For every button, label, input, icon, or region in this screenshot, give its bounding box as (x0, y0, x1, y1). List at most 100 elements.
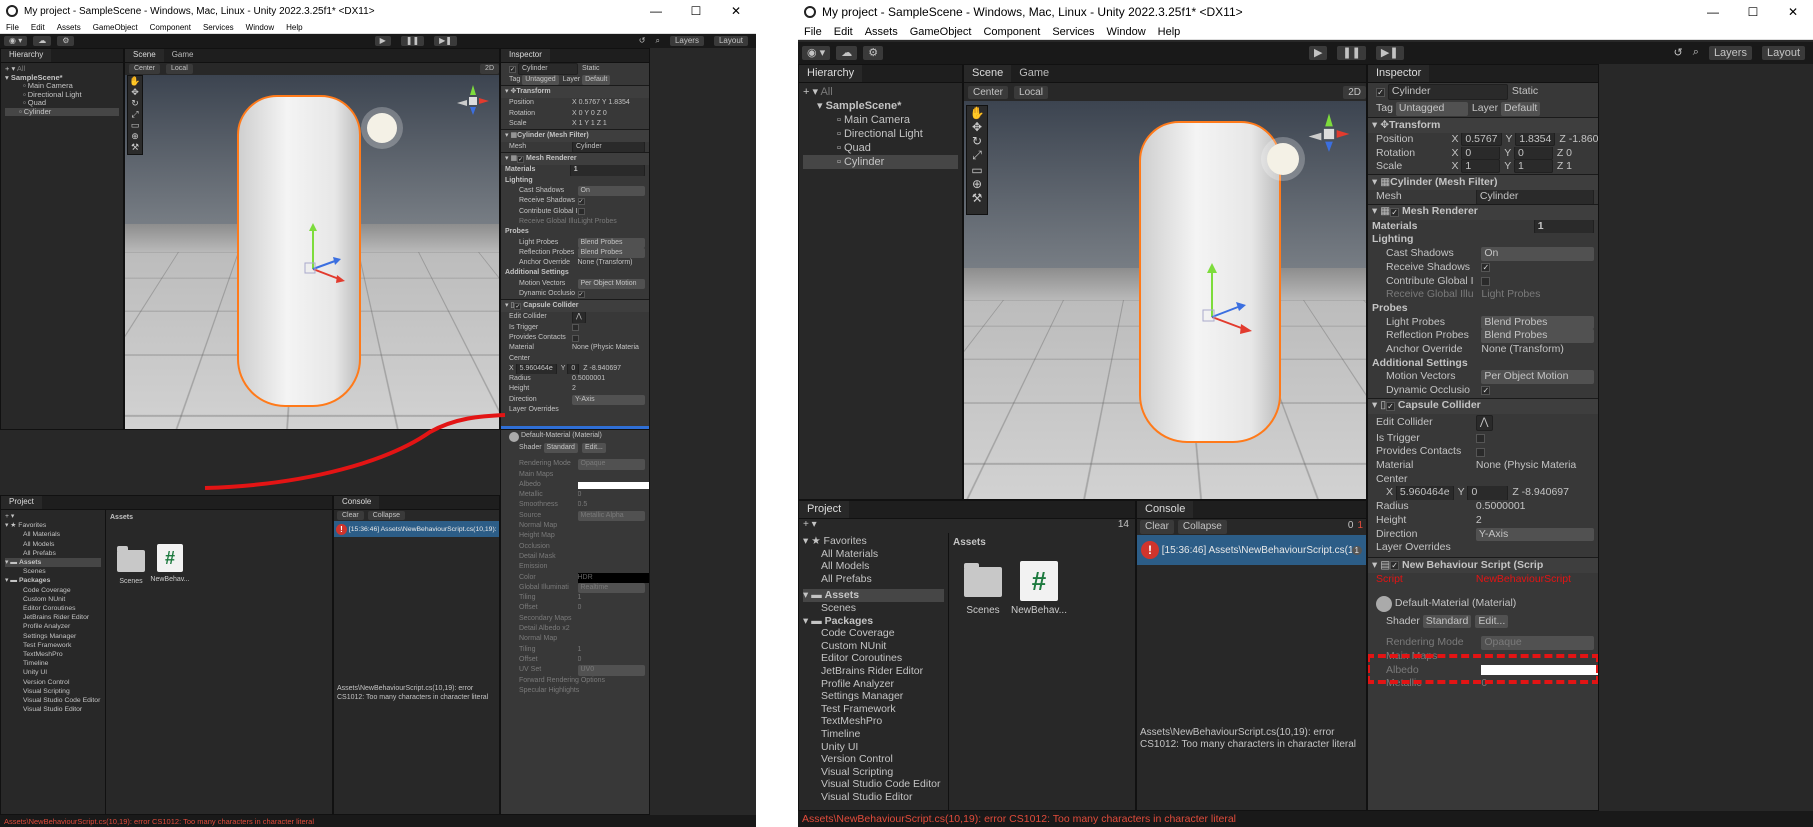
warning-count[interactable]: 0 (1348, 520, 1354, 534)
space-dropdown[interactable]: Local (1014, 85, 1048, 99)
active-checkbox[interactable]: ✓ (509, 65, 516, 73)
tag-dropdown[interactable]: Untagged (522, 75, 559, 86)
layer-dropdown[interactable]: Default (582, 75, 611, 86)
menu-edit[interactable]: Edit (25, 23, 51, 32)
close-button[interactable]: ✕ (716, 4, 756, 18)
move-tool-icon[interactable]: ✥ (131, 87, 139, 98)
transform-tool-icon[interactable]: ⊕ (131, 131, 139, 142)
history-icon[interactable]: ↺ (1674, 46, 1683, 59)
transform-tool-icon[interactable]: ⊕ (972, 177, 982, 191)
close-button[interactable]: ✕ (1773, 5, 1813, 19)
tab-hierarchy[interactable]: Hierarchy (799, 65, 863, 82)
maximize-button[interactable]: ☐ (676, 4, 716, 18)
search-input[interactable]: All (17, 65, 25, 73)
tab-scene[interactable]: Scene (964, 65, 1012, 82)
tab-inspector[interactable]: Inspector (1368, 65, 1430, 82)
menu-window[interactable]: Window (1101, 26, 1152, 38)
menu-file[interactable]: File (798, 26, 828, 38)
scene-root[interactable]: ▾ SampleScene* (5, 74, 119, 83)
mesh-filter-header[interactable]: ▾ ▦ Cylinder (Mesh Filter) (1368, 174, 1598, 191)
move-tool-icon[interactable]: ✥ (972, 120, 982, 134)
orientation-gizmo-icon[interactable] (1306, 111, 1352, 157)
hierarchy-search[interactable]: + ▾ All (5, 65, 119, 74)
layer-dropdown[interactable]: Default (1501, 102, 1541, 116)
transform-header[interactable]: ▾ ✥ Transform (1368, 117, 1598, 133)
rect-tool-icon[interactable]: ▭ (131, 120, 140, 131)
scale-tool-icon[interactable]: ⤢ (972, 148, 982, 163)
active-checkbox[interactable]: ✓ (1376, 87, 1385, 97)
services-gear-icon[interactable]: ⚙ (863, 45, 884, 61)
hierarchy-item-directional-light[interactable]: ▫ Directional Light (5, 91, 119, 100)
hierarchy-search[interactable]: + ▾ All (803, 85, 958, 99)
tag-dropdown[interactable]: Untagged (1395, 102, 1468, 116)
cloud-icon[interactable]: ☁ (33, 35, 52, 47)
menu-assets[interactable]: Assets (51, 23, 87, 32)
hierarchy-item-quad[interactable]: ▫ Quad (5, 99, 119, 108)
console-entry[interactable]: ! [15:36:46] Assets\NewBehaviourScript.c… (1137, 535, 1366, 565)
menu-assets[interactable]: Assets (859, 26, 904, 38)
search-icon[interactable]: ⌕ (1693, 46, 1699, 59)
directional-light-icon[interactable] (367, 113, 397, 143)
rotate-tool-icon[interactable]: ↻ (972, 134, 982, 148)
object-name-field[interactable]: Cylinder (517, 63, 578, 75)
rotate-tool-icon[interactable]: ↻ (131, 98, 139, 109)
search-icon[interactable]: ⌕ (655, 36, 659, 46)
menu-component[interactable]: Component (144, 23, 197, 32)
collapse-button[interactable]: Collapse (1177, 520, 1227, 534)
status-error-text[interactable]: Assets\NewBehaviourScript.cs(10,19): err… (4, 817, 314, 826)
scene-viewport[interactable]: ✋ ✥ ↻ ⤢ ▭ ⊕ ⚒ (125, 75, 499, 429)
tab-project[interactable]: Project (799, 501, 850, 518)
edit-collider-button[interactable]: ⋀ (572, 312, 586, 323)
object-name-field[interactable]: Cylinder (1387, 84, 1508, 100)
space-dropdown[interactable]: Local (166, 64, 193, 74)
pause-icon[interactable]: ❚❚ (1337, 45, 1366, 61)
step-icon[interactable]: ▶❚ (1375, 45, 1404, 61)
menu-services[interactable]: Services (197, 23, 240, 32)
menu-component[interactable]: Component (977, 26, 1046, 38)
transform-header[interactable]: ▾ ✥ Transform (501, 85, 649, 99)
menu-services[interactable]: Services (1046, 26, 1100, 38)
pivot-dropdown[interactable]: Center (968, 85, 1009, 99)
layers-dropdown[interactable]: Layers (1708, 45, 1752, 61)
static-toggle[interactable]: Static (582, 64, 600, 74)
hand-tool-icon[interactable]: ✋ (129, 76, 140, 87)
mesh-filter-header[interactable]: ▾ ▦ Cylinder (Mesh Filter) (501, 129, 649, 143)
menu-gameobject[interactable]: GameObject (87, 23, 144, 32)
asset-newbehaviour-script[interactable]: # NewBehav... (150, 544, 190, 583)
custom-tool-icon[interactable]: ⚒ (131, 142, 139, 153)
layout-dropdown[interactable]: Layout (713, 35, 748, 47)
minimize-button[interactable]: — (636, 4, 676, 18)
menu-help[interactable]: Help (1152, 26, 1187, 38)
hand-tool-icon[interactable]: ✋ (970, 106, 985, 120)
layers-dropdown[interactable]: Layers (669, 35, 704, 47)
menu-edit[interactable]: Edit (828, 26, 859, 38)
tab-inspector[interactable]: Inspector (501, 49, 550, 62)
move-gizmo[interactable] (295, 221, 355, 291)
menu-window[interactable]: Window (240, 23, 280, 32)
custom-tool-icon[interactable]: ⚒ (972, 191, 983, 205)
clear-button[interactable]: Clear (337, 511, 364, 520)
account-icon[interactable]: ◉ ▾ (4, 35, 28, 47)
minimize-button[interactable]: — (1693, 5, 1733, 19)
pivot-dropdown[interactable]: Center (129, 64, 161, 74)
search-input[interactable]: All (820, 86, 832, 98)
capsule-collider-header[interactable]: ▾ ▯ ✓ Capsule Collider (1368, 397, 1598, 414)
scale-tool-icon[interactable]: ⤢ (131, 109, 138, 120)
collapse-button[interactable]: Collapse (367, 511, 405, 520)
menu-help[interactable]: Help (280, 23, 308, 32)
tab-hierarchy[interactable]: Hierarchy (1, 49, 52, 62)
move-gizmo[interactable] (1192, 261, 1262, 341)
tab-console[interactable]: Console (1137, 501, 1194, 518)
pause-icon[interactable]: ❚❚ (400, 35, 425, 47)
static-toggle[interactable]: Static (1512, 85, 1538, 99)
hierarchy-item-main-camera[interactable]: ▫ Main Camera (803, 113, 958, 127)
hierarchy-item-quad[interactable]: ▫ Quad (803, 141, 958, 155)
2d-toggle[interactable]: 2D (1343, 85, 1366, 99)
asset-scenes-folder[interactable]: Scenes (961, 563, 1005, 616)
scene-viewport[interactable]: ✋ ✥ ↻ ⤢ ▭ ⊕ ⚒ (964, 101, 1366, 499)
mesh-renderer-header[interactable]: ▾ ▦ ✓ Mesh Renderer (501, 152, 649, 166)
tab-project[interactable]: Project (1, 496, 42, 509)
new-behaviour-script-header[interactable]: ▾ ▤ ✓ New Behaviour Script (Scrip (1368, 556, 1598, 573)
hierarchy-item-main-camera[interactable]: ▫ Main Camera (5, 82, 119, 91)
asset-newbehaviour-script[interactable]: # NewBehav... (1011, 561, 1067, 616)
